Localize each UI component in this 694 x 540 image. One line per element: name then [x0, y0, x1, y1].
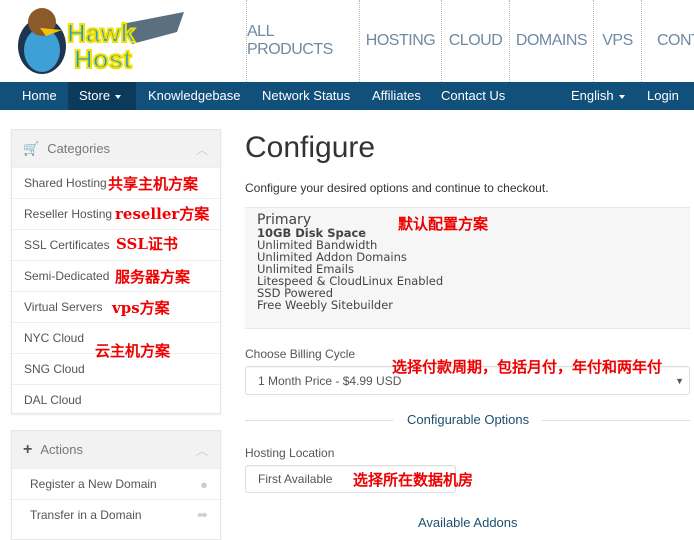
category-dal-cloud[interactable]: DAL Cloud	[12, 384, 220, 415]
annotation-location: 选择所在数据机房	[353, 471, 474, 489]
cart-icon: 🛒	[23, 140, 40, 156]
annotation-shared: 共享主机方案	[108, 175, 199, 193]
globe-icon: ●	[200, 476, 208, 492]
share-arrow-icon: ➦	[197, 507, 208, 522]
plus-icon: +	[23, 440, 33, 458]
topnav-contact[interactable]: CONTA	[641, 0, 694, 82]
topnav-hosting[interactable]: HOSTING	[359, 0, 441, 82]
categories-title: Categories	[47, 141, 111, 156]
nav-knowledgebase[interactable]: Knowledgebase	[137, 82, 252, 110]
chevron-up-icon[interactable]: ︿	[196, 442, 208, 459]
billing-cycle-value: 1 Month Price - $4.99 USD	[258, 373, 402, 388]
billing-cycle-label: Choose Billing Cycle	[245, 347, 356, 361]
action-transfer-domain[interactable]: Transfer in a Domain ➦	[12, 499, 220, 530]
chevron-up-icon[interactable]: ︿	[196, 141, 208, 158]
hosting-location-value: First Available	[258, 472, 333, 486]
annotation-semi: 服务器方案	[115, 268, 191, 286]
caret-down-icon	[115, 94, 122, 99]
action-register-domain[interactable]: Register a New Domain ●	[12, 468, 220, 499]
actions-header[interactable]: + Actions ︿	[12, 431, 220, 468]
annotation-vps: vps方案	[112, 299, 170, 317]
nav-store-label: Store	[79, 88, 111, 103]
hawk-host-logo[interactable]: Hawk Host	[12, 4, 187, 76]
dropdown-arrow-icon: ▼	[675, 375, 684, 386]
language-label: English	[571, 88, 614, 103]
action-label: Register a New Domain	[30, 477, 157, 491]
login-link[interactable]: Login	[636, 82, 690, 110]
nav-contact-us[interactable]: Contact Us	[430, 82, 516, 110]
annotation-default: 默认配置方案	[398, 215, 489, 233]
caret-down-icon	[618, 94, 625, 99]
action-label: Transfer in a Domain	[30, 508, 142, 522]
divider	[542, 420, 690, 421]
annotation-ssl: SSL证书	[116, 235, 178, 253]
main-navbar: Home Store Knowledgebase Network Status …	[0, 82, 694, 110]
site-header: Hawk Host ALL PRODUCTS HOSTING CLOUD DOM…	[0, 0, 694, 82]
page-subtitle: Configure your desired options and conti…	[245, 181, 549, 195]
actions-panel: + Actions ︿ Register a New Domain ● Transfe…	[11, 430, 221, 540]
language-dropdown[interactable]: English	[560, 82, 636, 110]
nav-store[interactable]: Store	[68, 82, 136, 110]
page-title: Configure	[245, 131, 376, 164]
product-feature: Free Weebly Sitebuilder	[257, 298, 394, 312]
annotation-cloud: 云主机方案	[95, 342, 171, 360]
nav-affiliates[interactable]: Affiliates	[361, 82, 432, 110]
annotation-billing: 选择付款周期，包括月付，年付和两年付	[392, 358, 663, 376]
available-addons-heading: Available Addons	[418, 515, 518, 530]
nav-network-status[interactable]: Network Status	[251, 82, 361, 110]
divider	[245, 420, 393, 421]
topnav-vps[interactable]: VPS	[593, 0, 641, 82]
svg-text:Host: Host	[74, 44, 132, 74]
nav-home[interactable]: Home	[11, 82, 68, 110]
categories-header[interactable]: 🛒 Categories ︿	[12, 130, 220, 167]
topnav-all-products[interactable]: ALL PRODUCTS	[246, 0, 359, 82]
configurable-options-heading: Configurable Options	[407, 412, 530, 427]
actions-title: Actions	[40, 442, 83, 457]
annotation-reseller: reseller方案	[115, 205, 210, 223]
topnav-domains[interactable]: DOMAINS	[509, 0, 593, 82]
topnav-cloud[interactable]: CLOUD	[441, 0, 509, 82]
hosting-location-label: Hosting Location	[245, 446, 335, 460]
